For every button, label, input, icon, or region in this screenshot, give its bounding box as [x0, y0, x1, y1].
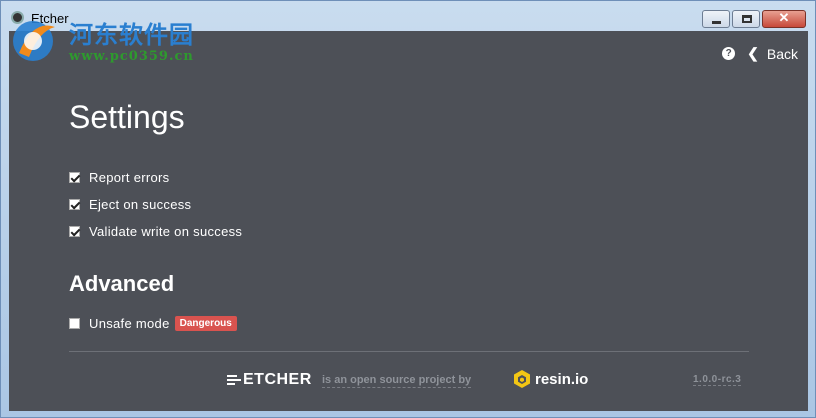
- option-eject-on-success[interactable]: Eject on success: [69, 197, 191, 212]
- minimize-icon: [712, 21, 721, 24]
- close-icon: ✕: [778, 10, 790, 25]
- footer-tagline-link[interactable]: is an open source project by: [322, 374, 472, 388]
- etcher-speed-lines-icon: [227, 374, 241, 386]
- window-controls: ✕: [702, 10, 806, 28]
- app-content: ? ❮ Back Settings Report errors Eject on…: [9, 31, 808, 411]
- option-label: Unsafe mode: [89, 316, 170, 331]
- footer: ETCHER is an open source project by resi…: [9, 369, 808, 393]
- version-link[interactable]: 1.0.0-rc.3: [693, 374, 742, 386]
- option-label: Report errors: [89, 170, 170, 185]
- question-circle-icon[interactable]: ?: [722, 47, 736, 60]
- dangerous-badge: Dangerous: [174, 316, 237, 331]
- window-frame: Etcher ✕ ? ❮ Back Settings Report errors: [0, 0, 816, 418]
- option-label: Eject on success: [89, 197, 192, 212]
- minimize-button[interactable]: [702, 10, 730, 28]
- etcher-wordmark: ETCHER: [243, 371, 312, 388]
- chevron-left-icon: ❮: [747, 45, 759, 61]
- page-title: Settings: [69, 99, 185, 135]
- resin-wordmark: resin.io: [535, 370, 589, 388]
- maximize-button[interactable]: [732, 10, 760, 28]
- maximize-icon: [742, 15, 752, 23]
- back-button[interactable]: ❮ Back: [747, 45, 798, 62]
- eject-on-success-checkbox[interactable]: [69, 199, 80, 210]
- resin-logo[interactable]: resin.io: [513, 369, 588, 389]
- option-report-errors[interactable]: Report errors: [69, 170, 169, 185]
- resin-cube-icon: [514, 370, 530, 388]
- validate-write-checkbox[interactable]: [69, 226, 80, 237]
- back-label: Back: [766, 45, 798, 62]
- footer-divider: [69, 351, 749, 352]
- title-bar[interactable]: Etcher ✕: [1, 1, 815, 31]
- advanced-section-title: Advanced: [69, 271, 175, 296]
- top-bar: ? ❮ Back: [722, 45, 798, 62]
- etcher-app-icon: [11, 11, 24, 24]
- option-validate-write[interactable]: Validate write on success: [69, 224, 242, 239]
- option-unsafe-mode[interactable]: Unsafe mode Dangerous: [69, 316, 237, 331]
- close-button[interactable]: ✕: [762, 10, 806, 28]
- unsafe-mode-checkbox[interactable]: [69, 318, 80, 329]
- etcher-logo[interactable]: ETCHER: [227, 371, 312, 389]
- option-label: Validate write on success: [89, 224, 243, 239]
- report-errors-checkbox[interactable]: [69, 172, 80, 183]
- window-title: Etcher: [31, 11, 69, 26]
